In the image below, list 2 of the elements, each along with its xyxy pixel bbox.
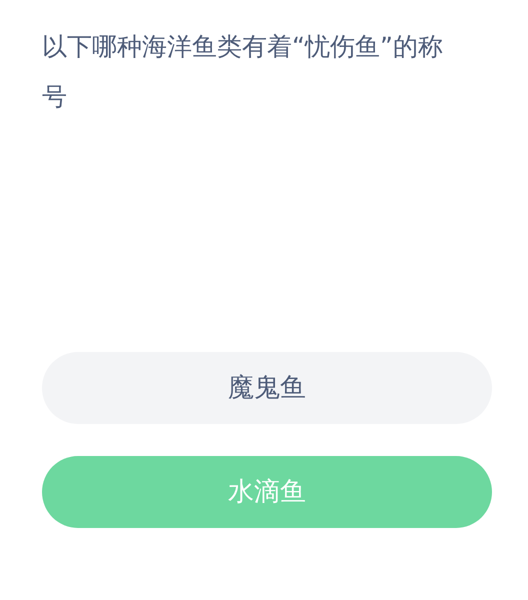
question-text: 以下哪种海洋鱼类有着“忧伤鱼”的称号 [42,31,444,113]
answer-option[interactable]: 魔鬼鱼 [42,352,492,424]
